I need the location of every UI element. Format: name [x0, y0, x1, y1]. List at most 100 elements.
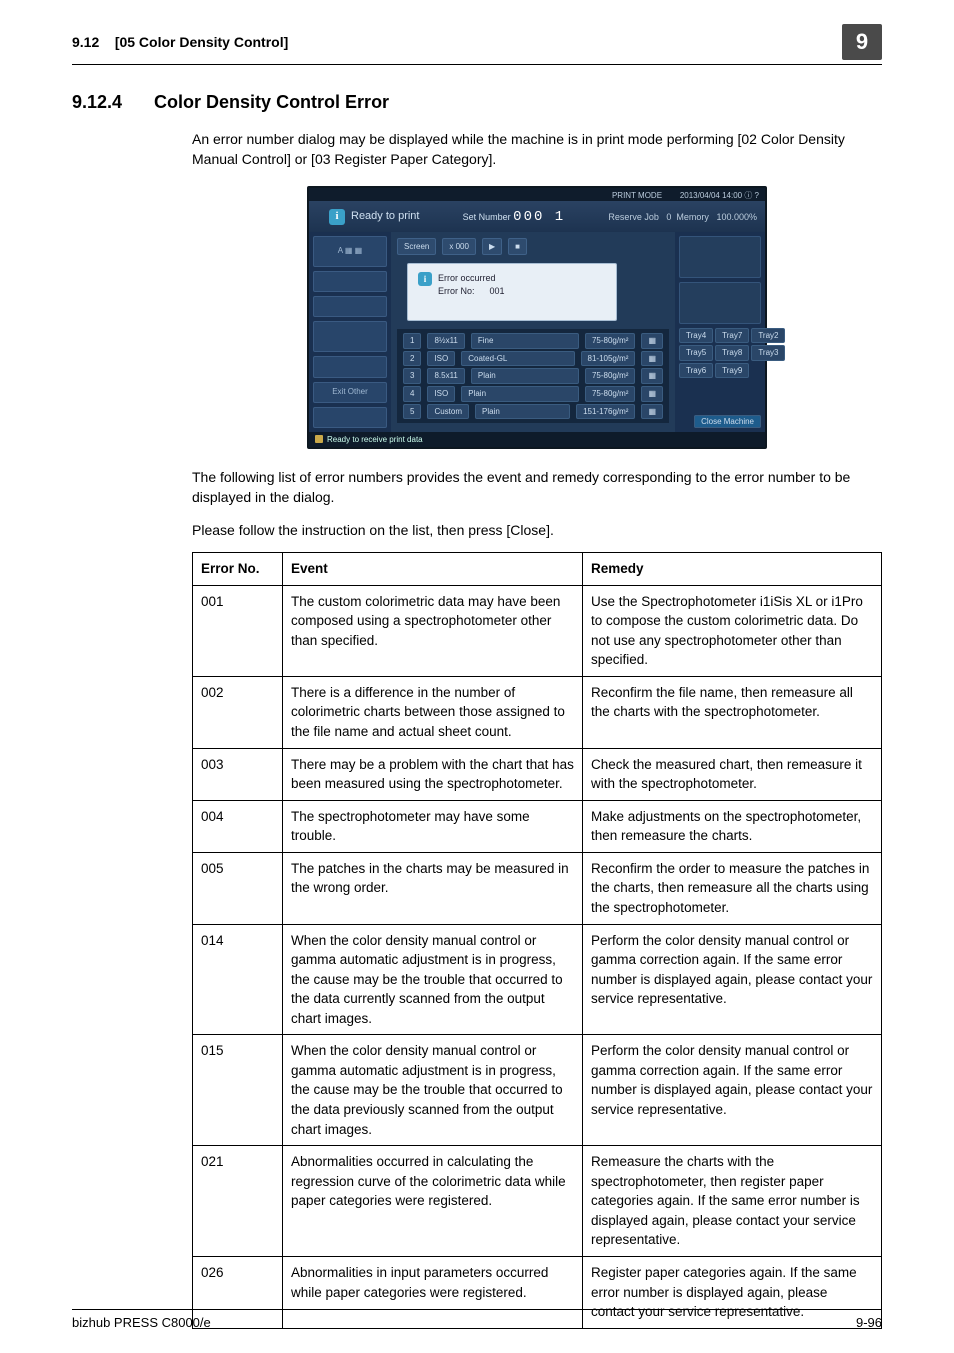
grid-icon[interactable]: ▦ — [641, 333, 663, 349]
list-cell: 75-80g/m² — [585, 368, 635, 384]
ss-left-panel: A ▦ ▦ Exit Other — [309, 232, 391, 432]
ready-label: Ready to print — [351, 209, 419, 225]
table-row: 001The custom colorimetric data may have… — [193, 585, 882, 676]
set-number-label: Set Number — [463, 212, 511, 222]
tray-button[interactable]: Tray3 — [751, 345, 785, 361]
cell-event: There may be a problem with the chart th… — [283, 748, 583, 800]
right-panel — [679, 282, 761, 324]
cell-remedy: Check the measured chart, then remeasure… — [583, 748, 882, 800]
stop-button[interactable]: ■ — [508, 238, 527, 256]
dialog-error-code: 001 — [490, 286, 505, 296]
exit-other-button[interactable]: Exit Other — [313, 382, 387, 403]
tray-button[interactable]: Tray4 — [679, 328, 713, 344]
left-tile[interactable] — [313, 296, 387, 317]
cell-remedy: Remeasure the charts with the spectropho… — [583, 1146, 882, 1257]
cell-error-no: 003 — [193, 748, 283, 800]
left-tile[interactable]: A ▦ ▦ — [313, 236, 387, 267]
footer-model: bizhub PRESS C8000/e — [72, 1314, 211, 1333]
lock-icon — [315, 435, 323, 443]
heading-number: 9.12.4 — [72, 89, 122, 115]
left-tile[interactable] — [313, 407, 387, 428]
list-cell: Custom — [427, 404, 469, 420]
left-tile[interactable] — [313, 321, 387, 352]
close-machine-button[interactable]: Close Machine — [694, 415, 761, 428]
list-cell: Fine — [471, 333, 579, 349]
reserve-label: Reserve Job — [608, 212, 659, 222]
embedded-screenshot: PRINT MODE 2013/04/04 14:00 ⓘ ? i Ready … — [307, 186, 767, 449]
ss-right-panel: Tray4 Tray7 Tray2 Tray5 Tray8 Tray3 Tray… — [675, 232, 765, 432]
ss-mode-label: PRINT MODE — [612, 191, 662, 200]
play-button[interactable]: ▶ — [482, 238, 502, 256]
cell-error-no: 001 — [193, 585, 283, 676]
grid-icon[interactable]: ▦ — [641, 351, 663, 367]
table-row: 003There may be a problem with the chart… — [193, 748, 882, 800]
col-error-no: Error No. — [193, 553, 283, 586]
cell-remedy: Perform the color density manual control… — [583, 924, 882, 1035]
list-cell: 1 — [403, 333, 421, 349]
x000-button[interactable]: x 000 — [442, 238, 476, 256]
header-section-num: 9.12 — [72, 34, 99, 50]
ss-datetime: PRINT MODE 2013/04/04 14:00 ⓘ ? — [309, 188, 765, 202]
heading-title: Color Density Control Error — [154, 89, 389, 115]
grid-icon[interactable]: ▦ — [641, 368, 663, 384]
list-cell: ISO — [427, 386, 455, 402]
footer-page: 9-96 — [856, 1314, 882, 1333]
post-image-para-1: The following list of error numbers prov… — [192, 467, 882, 508]
grid-icon[interactable]: ▦ — [641, 386, 663, 402]
tray-button[interactable]: Tray9 — [715, 363, 749, 379]
cell-event: The custom colorimetric data may have be… — [283, 585, 583, 676]
section-heading: 9.12.4 Color Density Control Error — [72, 89, 882, 115]
ss-bottom-list: 18½x11Fine75-80g/m²▦ 2ISOCoated-GL81-105… — [397, 329, 669, 423]
intro-paragraph: An error number dialog may be displayed … — [192, 129, 882, 170]
tray-button[interactable]: Tray2 — [751, 328, 785, 344]
cell-remedy: Reconfirm the order to measure the patch… — [583, 852, 882, 924]
list-cell: 2 — [403, 351, 421, 367]
error-table: Error No. Event Remedy 001The custom col… — [192, 552, 882, 1329]
left-tile[interactable] — [313, 356, 387, 377]
cell-error-no: 005 — [193, 852, 283, 924]
col-event: Event — [283, 553, 583, 586]
list-cell: Plain — [461, 386, 579, 402]
list-cell: ISO — [427, 351, 455, 367]
cell-remedy: Use the Spectrophotometer i1iSis XL or i… — [583, 585, 882, 676]
table-row: 004The spectrophotometer may have some t… — [193, 800, 882, 852]
table-row: 021Abnormalities occurred in calculating… — [193, 1146, 882, 1257]
error-dialog: i Error occurred Error No: 001 — [407, 263, 617, 321]
ss-footer-text: Ready to receive print data — [327, 434, 423, 446]
ss-top-right: Reserve Job 0 Memory 100.000% — [608, 211, 757, 224]
tray-button[interactable]: Tray6 — [679, 363, 713, 379]
list-cell: 75-80g/m² — [585, 333, 635, 349]
list-cell: 8½x11 — [427, 333, 464, 349]
list-cell: Plain — [471, 368, 579, 384]
page-header: 9.12 [05 Color Density Control] 9 — [72, 24, 882, 65]
tray-button[interactable]: Tray7 — [715, 328, 749, 344]
list-cell: 75-80g/m² — [585, 386, 635, 402]
set-number-value: 000 1 — [513, 209, 565, 225]
table-row: 002There is a difference in the number o… — [193, 676, 882, 748]
list-cell: Plain — [475, 404, 570, 420]
info-icon: i — [418, 272, 432, 286]
cell-error-no: 015 — [193, 1035, 283, 1146]
grid-icon[interactable]: ▦ — [641, 404, 663, 420]
screen-button[interactable]: Screen — [397, 238, 436, 256]
dialog-line2: Error No: — [438, 286, 475, 296]
cell-remedy: Perform the color density manual control… — [583, 1035, 882, 1146]
info-icon: i — [329, 209, 345, 225]
table-row: 015When the color density manual control… — [193, 1035, 882, 1146]
left-tile[interactable] — [313, 271, 387, 292]
chapter-badge: 9 — [842, 24, 882, 60]
cell-event: When the color density manual control or… — [283, 1035, 583, 1146]
zero-label: 0 — [666, 212, 671, 222]
cell-remedy: Reconfirm the file name, then remeasure … — [583, 676, 882, 748]
list-cell: 5 — [403, 404, 421, 420]
table-row: 005The patches in the charts may be meas… — [193, 852, 882, 924]
tray-button[interactable]: Tray8 — [715, 345, 749, 361]
list-cell: 3 — [403, 368, 421, 384]
header-section-title: [05 Color Density Control] — [115, 34, 288, 50]
list-cell: 8.5x11 — [427, 368, 464, 384]
cell-error-no: 014 — [193, 924, 283, 1035]
ss-main: Screen x 000 ▶ ■ i Error occurred Error … — [391, 232, 675, 432]
cell-remedy: Make adjustments on the spectrophotomete… — [583, 800, 882, 852]
memory-label: Memory — [676, 212, 709, 222]
tray-button[interactable]: Tray5 — [679, 345, 713, 361]
